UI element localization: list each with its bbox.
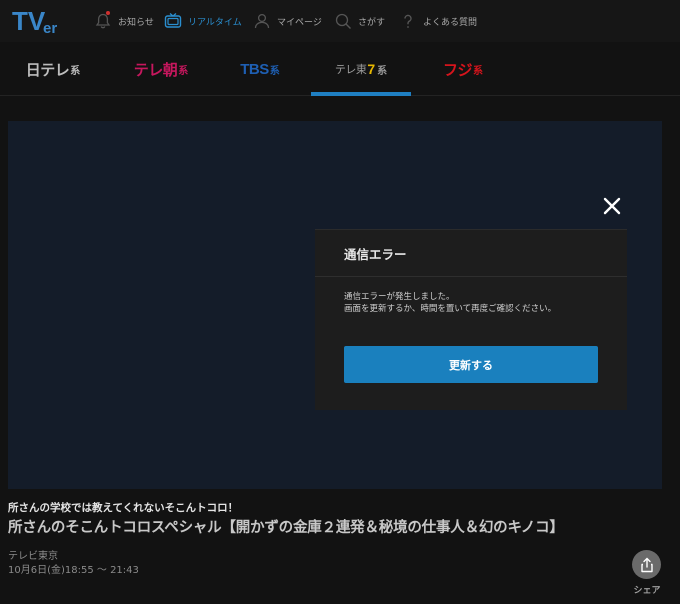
dialog-message: 通信エラーが発生しました。 画面を更新するか、時間を置いて再度ご確認ください。 [344,291,616,315]
share-button[interactable] [632,550,661,579]
share-label: シェア [633,586,661,596]
user-icon [254,13,270,29]
notification-badge [106,11,110,15]
svg-text:er: er [43,20,57,36]
close-modal-button[interactable] [600,194,624,218]
nav-mypage[interactable]: マイページ [253,10,322,32]
nav-faq[interactable]: よくある質問 [399,10,477,32]
question-icon [404,14,412,28]
nav-notifications[interactable]: お知らせ [94,10,154,32]
dialog-message-line: 画面を更新するか、時間を置いて再度ご確認ください。 [344,304,557,314]
tver-logo[interactable]: TV er [12,6,64,36]
tab-ntv[interactable]: 日テレ 系 [0,42,106,96]
tab-suffix: 系 [269,65,280,77]
tab-label: テレ朝 [133,61,178,79]
dialog-title: 通信エラー [344,247,407,262]
tab-suffix: 系 [377,65,388,77]
tab-label: TBS [240,60,269,78]
nav-label: リアルタイム [188,17,242,28]
nav-label: よくある質問 [423,17,478,28]
tab-label: フジ [442,61,473,79]
tab-tv-asahi[interactable]: テレ朝 系 [108,42,214,96]
dialog-divider [315,276,627,277]
tab-label: 日テレ [25,61,70,79]
nav-label: さがす [358,17,386,28]
tab-suffix: 系 [178,65,189,77]
program-title: 所さんのそこんトコロスペシャル【開かずの金庫２連発＆秘境の仕事人＆幻のキノコ】 [8,520,564,536]
site-header: TV er お知らせ リアルタイム マイページ さがす よくある質問 [0,0,680,42]
error-dialog: 通信エラー 通信エラーが発生しました。 画面を更新するか、時間を置いて再度ご確認… [315,229,627,410]
broadcaster-tabs: 日テレ 系 テレ朝 系 TBS 系 テレ東 7 系 フジ 系 [0,42,680,96]
search-icon [335,13,351,29]
tv-icon [164,13,182,28]
dialog-message-line: 通信エラーが発生しました。 [344,292,455,302]
active-tab-indicator [311,92,411,96]
share-icon [640,557,653,572]
tab-suffix: 系 [473,65,483,77]
close-icon [603,197,621,215]
bell-icon [95,13,111,29]
program-airtime: 10月6日(金)18:55 〜 21:43 [8,565,139,576]
nav-realtime[interactable]: リアルタイム [164,10,242,32]
program-series-title: 所さんの学校では教えてくれないそこんトコロ！ [8,502,239,514]
tab-logo-seven: 7 [367,61,376,77]
tab-label: テレ東 [334,64,367,76]
nav-label: マイページ [277,17,322,28]
tab-suffix: 系 [70,65,81,77]
nav-search[interactable]: さがす [334,10,385,32]
nav-label: お知らせ [118,17,154,28]
tab-tbs[interactable]: TBS 系 [210,42,310,96]
tver-logo-mark: TV er [12,6,57,36]
svg-text:TV: TV [12,6,46,36]
tab-fuji[interactable]: フジ 系 [410,42,516,96]
program-channel: テレビ東京 [8,551,58,562]
tab-tv-tokyo[interactable]: テレ東 7 系 [311,42,411,96]
refresh-button[interactable]: 更新する [344,346,598,383]
